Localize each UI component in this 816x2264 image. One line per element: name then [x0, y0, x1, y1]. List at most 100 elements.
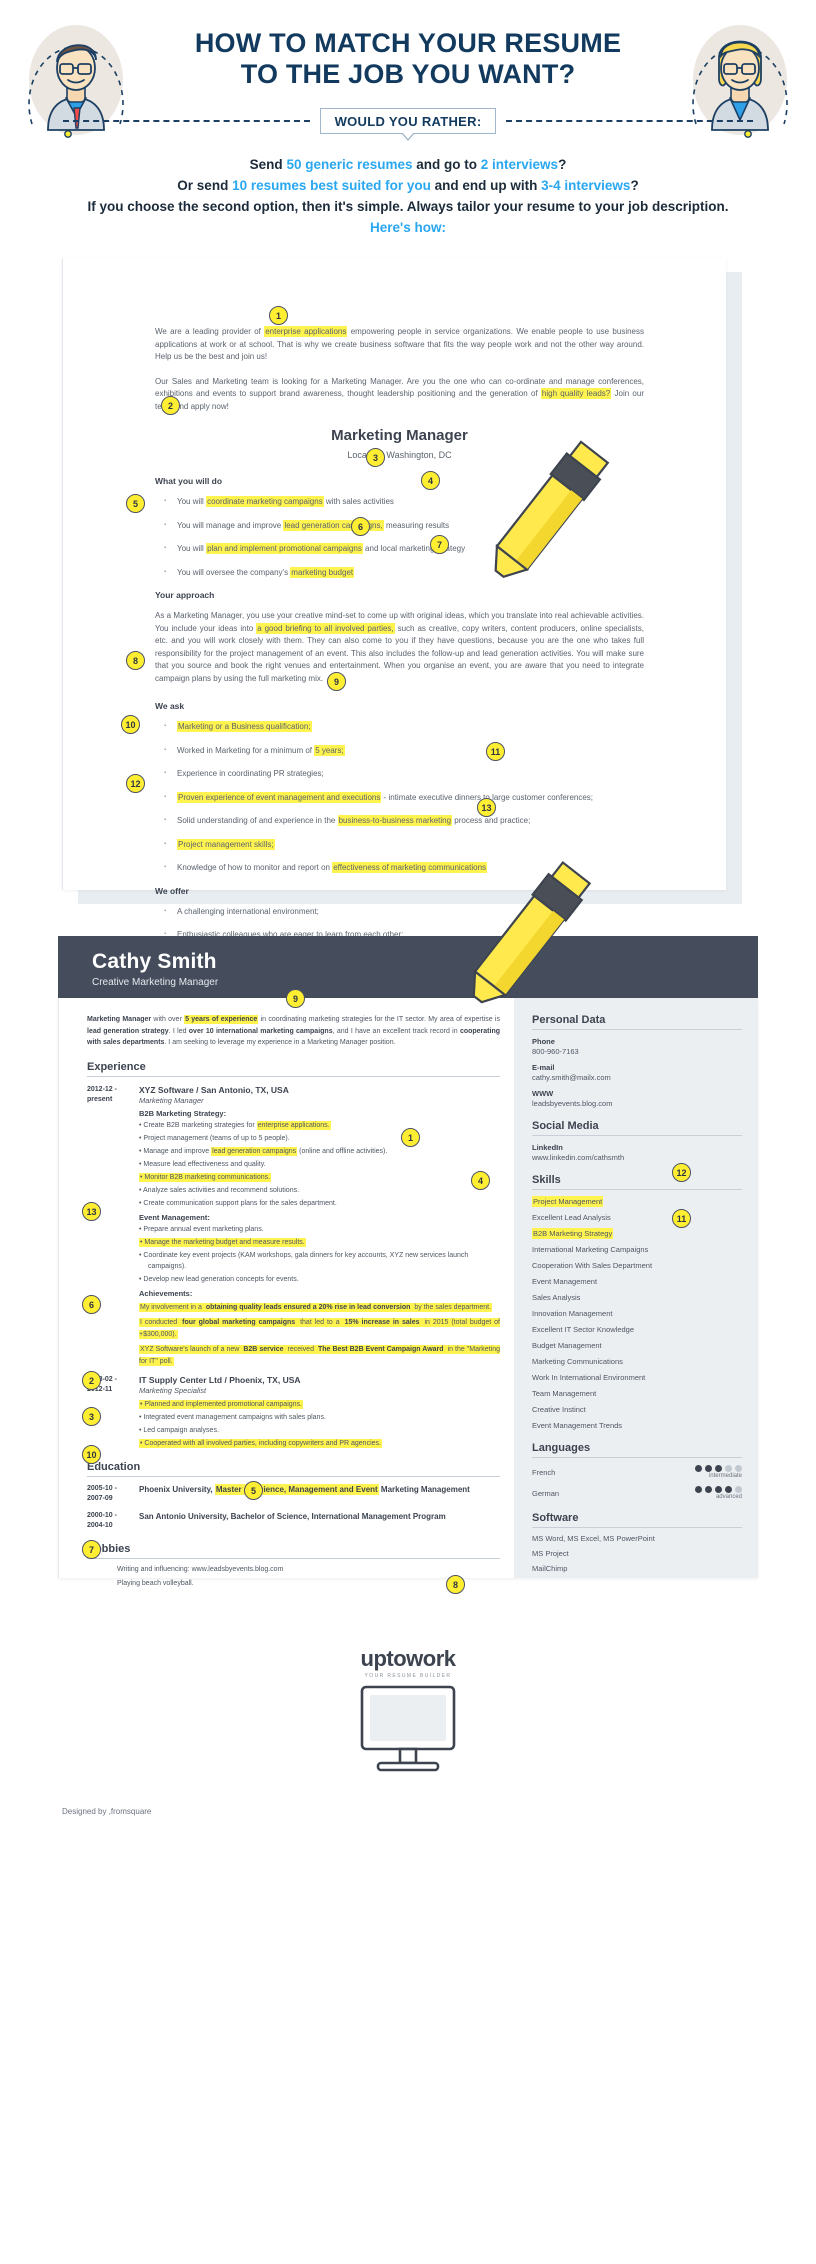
rating-dot	[705, 1465, 712, 1472]
sidebar-software-item: MS Word, MS Excel, MS PowerPoint	[532, 1534, 655, 1543]
list-item: Marketing or a Business qualification;	[155, 719, 644, 734]
resume-summary: Marketing Manager with over 5 years of e…	[87, 1015, 500, 1046]
job-bullet: • Measure lead effectiveness and quality…	[139, 1160, 266, 1168]
sidebar-label-www: WWW	[532, 1089, 554, 1098]
bubble-4-resume: 4	[471, 1171, 490, 1190]
intro-text: Send 50 generic resumes and go to 2 inte…	[0, 154, 816, 238]
sidebar-skill-item: Creative Instinct	[532, 1405, 586, 1414]
sidebar-skill-item: Cooperation With Sales Department	[532, 1261, 653, 1270]
job-bullet: • Project management (teams of up to 5 p…	[139, 1134, 290, 1142]
sidebar-skill-item: Excellent IT Sector Knowledge	[532, 1325, 635, 1334]
jd-paragraph-3: As a Marketing Manager, you use your cre…	[155, 611, 644, 683]
resume-main-column: Marketing Manager with over 5 years of e…	[58, 998, 514, 1587]
sidebar-value-phone: 800-960-7163	[532, 1047, 579, 1056]
designer-credit: Designed by ,fromsquare	[62, 1807, 152, 1816]
jd-hl-project-management-skills: Project management skills;	[177, 838, 275, 850]
jd-paragraph-2: Our Sales and Marketing team is looking …	[155, 376, 644, 411]
education-dates: 2005-10 -2007-09	[87, 1485, 117, 1502]
intro-highlight-50-resumes: 50 generic resumes	[286, 157, 413, 172]
rating-dot	[705, 1486, 712, 1493]
sidebar-label-phone: Phone	[532, 1037, 555, 1046]
intro-line-4: Here's how:	[370, 220, 446, 235]
sidebar-skill-highlight: B2B Marketing Strategy	[532, 1228, 614, 1239]
job-subheading: Event Management:	[139, 1212, 210, 1222]
sidebar-language-dots	[695, 1465, 742, 1472]
sidebar-language-row: French intermediate	[532, 1465, 742, 1479]
rating-dot	[715, 1465, 722, 1472]
bubble-5: 5	[126, 494, 145, 513]
res-hl-manage-marketing-budget: • Manage the marketing budget and measur…	[139, 1237, 306, 1247]
job-bullet: • Create B2B marketing strategies for en…	[139, 1120, 331, 1130]
header: HOW TO MATCH YOUR RESUME TO THE JOB YOU …	[0, 0, 816, 244]
bubble-3: 3	[366, 448, 385, 467]
job-position: Marketing Manager	[139, 1095, 204, 1105]
footer: uptowork YOUR RESUME BUILDER Designed by…	[0, 1640, 816, 1830]
jd-hl-business-qualification: Marketing or a Business qualification;	[177, 721, 312, 732]
list-item: Solid understanding of and experience in…	[155, 813, 644, 828]
bubble-11-resume: 11	[672, 1209, 691, 1228]
resume-job-1: 2012-12 - present XYZ Software / San Anto…	[87, 1085, 500, 1368]
sidebar-value-email: cathy.smith@mailx.com	[532, 1073, 611, 1082]
job-bullet: • Cooperated with all involved parties, …	[139, 1438, 500, 1449]
job-position: Marketing Specialist	[139, 1386, 207, 1395]
bubble-12-resume: 12	[672, 1163, 691, 1182]
jd-hl-event-management: Proven experience of event management an…	[177, 791, 382, 803]
resume-job-2: 2008-02 -2012-11 IT Supply Center Ltd / …	[87, 1375, 500, 1449]
education-dates: 2000-10 -2004-10	[87, 1512, 117, 1529]
job-bullet: • Integrated event management campaigns …	[139, 1414, 326, 1421]
sidebar-skill-item: Team Management	[532, 1389, 597, 1398]
sidebar-label-email: E-mail	[532, 1063, 555, 1072]
sidebar-skill-item: Event Management Trends	[532, 1421, 623, 1430]
bubble-9: 9	[327, 672, 346, 691]
rating-dot	[725, 1486, 732, 1493]
jd-hl-marketing-budget: marketing budget	[290, 566, 355, 578]
education-details: San Antonio University, Bachelor of Scie…	[139, 1512, 446, 1521]
sidebar-skill-item: B2B Marketing Strategy	[532, 1228, 742, 1239]
jd-hl-promotional-campaigns: plan and implement promotional campaigns	[206, 543, 363, 554]
resume-education-1: 2005-10 -2007-09 Phoenix University, Mas…	[87, 1484, 500, 1504]
sidebar-language-name: German	[532, 1488, 560, 1498]
sidebar-language-name: French	[532, 1467, 556, 1477]
intro-highlight-2-interviews: 2 interviews	[480, 157, 559, 172]
jd-heading-we-ask: We ask	[155, 701, 185, 711]
bubble-7: 7	[430, 535, 449, 554]
resume-section: Cathy Smith Creative Marketing Manager 9…	[0, 860, 816, 1636]
resume-header: Cathy Smith Creative Marketing Manager	[58, 936, 758, 998]
rating-dot	[715, 1486, 722, 1493]
resume-hobby-1: Writing and influencing: www.leadsbyeven…	[117, 1566, 284, 1573]
sidebar-skill-item: Work In International Environment	[532, 1373, 646, 1382]
logo-wordmark: uptowork	[360, 1646, 457, 1671]
intro-highlight-34-interviews: 3-4 interviews	[541, 178, 631, 193]
jd-hl-b2b-marketing: business-to-business marketing	[337, 815, 453, 826]
bubble-2: 2	[161, 396, 180, 415]
education-details: Phoenix University, Master of Science, M…	[139, 1484, 470, 1495]
resume-section-hobbies: Hobbies	[87, 1543, 500, 1559]
job-subheading: Achievements:	[139, 1288, 193, 1298]
infographic-page: HOW TO MATCH YOUR RESUME TO THE JOB YOU …	[0, 0, 816, 2264]
job-bullet: • Manage and improve lead generation cam…	[139, 1146, 388, 1156]
job-bullet: • Monitor B2B marketing communications.	[139, 1172, 500, 1183]
bubble-10: 10	[121, 715, 140, 734]
intro-line-3: If you choose the second option, then it…	[87, 199, 729, 214]
jd-hl-good-briefing: a good briefing to all involved parties,	[256, 622, 395, 634]
sidebar-heading-social-media: Social Media	[532, 1120, 742, 1136]
rating-dot	[735, 1486, 742, 1493]
sidebar-languages-list: French intermediate German advanced	[532, 1465, 742, 1500]
sidebar-skill-item: Sales Analysis	[532, 1293, 581, 1302]
job-description-section: 1 2 3 4 5 6 7 8 9 10 11 12 13 We are a l…	[0, 258, 816, 1010]
sidebar-language-row: German advanced	[532, 1486, 742, 1500]
dashed-line-left	[63, 120, 310, 122]
resume-section-experience: Experience	[87, 1061, 500, 1077]
list-item: Worked in Marketing for a minimum of 5 y…	[155, 743, 644, 758]
bubble-3-resume: 3	[82, 1407, 101, 1426]
job-bullet: • Led campaign analyses.	[139, 1427, 219, 1434]
job-bullet: • Coordinate key event projects (KAM wor…	[139, 1251, 469, 1270]
sidebar-skill-item: Budget Management	[532, 1341, 602, 1350]
bubble-6-resume: 6	[82, 1295, 101, 1314]
bubble-12: 12	[126, 774, 145, 793]
job-achievement: I conducted four global marketing campai…	[139, 1318, 500, 1339]
logo-tagline: YOUR RESUME BUILDER	[364, 1673, 452, 1679]
intro-line-2: Or send 10 resumes best suited for you a…	[177, 178, 639, 193]
resume-education-2: 2000-10 -2004-10 San Antonio University,…	[87, 1511, 500, 1531]
sidebar-skill-item: Project Management	[532, 1196, 742, 1207]
